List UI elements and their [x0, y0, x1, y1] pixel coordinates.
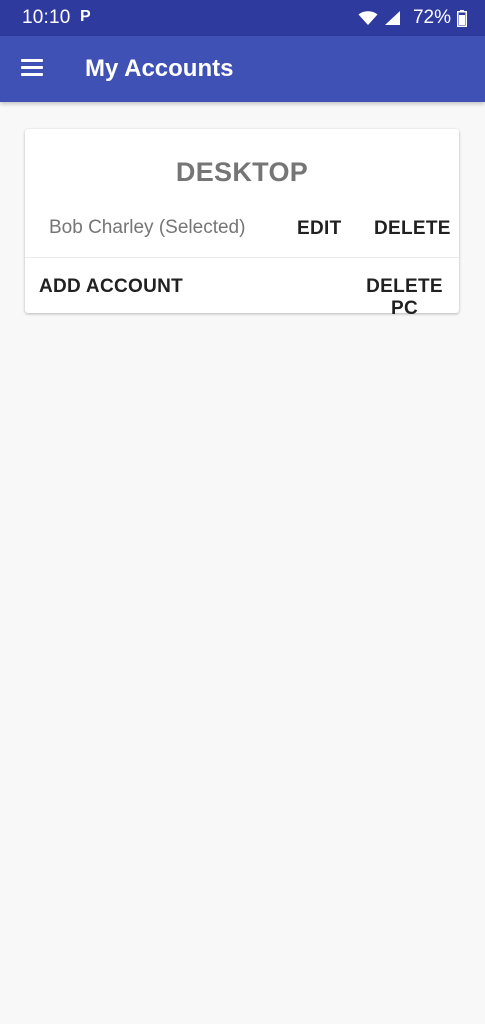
menu-icon[interactable]	[21, 59, 45, 79]
account-name: Bob Charley (Selected)	[49, 217, 246, 238]
delete-pc-button[interactable]: DELETE PC	[350, 276, 459, 320]
card-divider	[25, 257, 459, 258]
add-account-button[interactable]: ADD ACCOUNT	[39, 276, 183, 298]
battery-icon	[457, 9, 467, 27]
edit-account-button[interactable]: EDIT	[297, 218, 341, 240]
notification-p-icon: P	[80, 8, 91, 25]
cellular-signal-icon	[384, 11, 400, 25]
status-bar: 10:10 P 72%	[0, 0, 485, 36]
status-indicators: 72%	[358, 7, 467, 29]
pc-card: DESKTOP Bob Charley (Selected) EDIT DELE…	[25, 129, 459, 319]
battery-percentage: 72%	[412, 7, 451, 28]
app-bar: My Accounts	[0, 36, 485, 102]
status-time: 10:10	[22, 7, 71, 28]
pc-name: DESKTOP	[175, 157, 309, 187]
delete-account-button[interactable]: DELETE	[374, 218, 451, 240]
wifi-icon	[358, 11, 378, 25]
page-title: My Accounts	[85, 55, 234, 82]
